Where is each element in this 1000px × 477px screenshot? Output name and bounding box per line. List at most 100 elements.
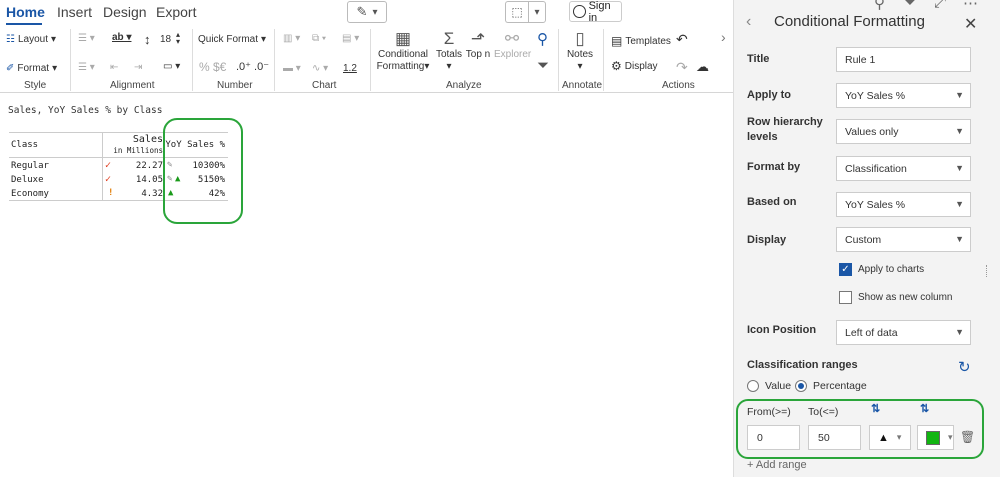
cell-class: Deluxe [11, 175, 44, 185]
redo-icon[interactable]: ↷ [676, 59, 688, 76]
number-format-button[interactable]: 1.2 [343, 63, 357, 74]
display-dropdown[interactable]: Custom ▼ [836, 227, 971, 252]
layout-button[interactable]: ☷ Layout ▾ [6, 34, 56, 45]
title-label: Title [747, 53, 770, 65]
conditional-formatting-button[interactable]: ▦ Conditional Formatting▾ [376, 29, 430, 73]
templates-button[interactable]: ▤ Templates [611, 34, 671, 48]
text-wrap-icon[interactable]: ab ▾ [112, 32, 131, 43]
menu-bar: Home Insert Design Export ✎ ▾ ⬚ ▾ Sign i… [0, 0, 733, 26]
user-icon [573, 5, 586, 18]
panel-scrollbar[interactable] [986, 265, 988, 277]
tab-export[interactable]: Export [156, 4, 196, 20]
group-analyze-label: Analyze [446, 80, 482, 91]
indent-icon[interactable]: ⇥ [134, 62, 142, 73]
signin-label: Sign in [588, 0, 611, 24]
back-icon[interactable]: ‹ [746, 13, 751, 31]
templates-label: Templates [625, 35, 671, 47]
layout-label: Layout [17, 34, 48, 45]
search-icon[interactable]: ⚲ [537, 30, 548, 48]
chevron-down-icon: ▾ [446, 61, 452, 72]
hierarchy-icon: ⚯ [504, 29, 520, 48]
check-icon: ✓ [105, 160, 112, 171]
align-center-icon[interactable]: ☰ ▾ [78, 62, 95, 73]
combo-chart-icon[interactable]: ⧉ ▾ [312, 33, 326, 44]
show-new-column-checkbox[interactable] [839, 291, 852, 304]
warning-icon: ! [108, 188, 114, 198]
notes-label: Notes [566, 49, 594, 60]
format-by-label: Format by [747, 161, 801, 173]
apply-to-dropdown[interactable]: YoY Sales % ▼ [836, 83, 971, 108]
filter-icon[interactable]: ⏷ [537, 57, 549, 74]
based-on-dropdown[interactable]: YoY Sales % ▼ [836, 192, 971, 217]
chevron-down-icon: ▾ [534, 6, 540, 18]
header-class[interactable]: Class [11, 140, 38, 150]
percentage-radio-label: Percentage [813, 380, 867, 392]
notes-button[interactable]: ▯ Notes ▾ [564, 29, 596, 73]
totals-button[interactable]: Σ Totals ▾ [435, 29, 463, 73]
line-chart-icon[interactable]: ∿ ▾ [312, 63, 328, 74]
add-range-link[interactable]: + Add range [747, 459, 807, 471]
edit-mode-button[interactable]: ✎ ▾ [347, 1, 387, 23]
chevron-down-icon: ▾ [261, 34, 267, 45]
comment-dropdown[interactable]: ▾ [528, 1, 546, 23]
group-number-label: Number [217, 80, 253, 91]
display-label: Display [624, 60, 658, 72]
font-size-value[interactable]: 18 [160, 34, 171, 45]
header-sales-sub: in Millions [113, 146, 163, 155]
quick-format-dropdown[interactable]: Quick Format ▾ [198, 34, 266, 45]
row-height-icon[interactable]: ↕ [144, 32, 151, 47]
chevron-down-icon: ▼ [955, 234, 964, 244]
gear-icon: ⚙ [611, 59, 622, 73]
tab-design[interactable]: Design [103, 4, 147, 20]
panel-title: Conditional Formatting [774, 13, 925, 30]
font-size-stepper[interactable]: ▴ ▾ [176, 31, 180, 46]
quick-format-label: Quick Format [198, 34, 259, 45]
chevron-down-icon: ▾ [52, 63, 58, 74]
tab-insert[interactable]: Insert [57, 4, 92, 20]
currency-format-button[interactable]: % $€ [199, 60, 226, 74]
cell-class: Economy [11, 189, 49, 199]
tab-home[interactable]: Home [6, 4, 45, 20]
align-left-icon[interactable]: ☰ ▾ [78, 33, 95, 44]
outdent-icon[interactable]: ⇤ [110, 62, 118, 73]
icon-position-dropdown[interactable]: Left of data ▼ [836, 320, 971, 345]
format-by-dropdown[interactable]: Classification ▼ [836, 156, 971, 181]
chevron-down-icon: ▼ [955, 163, 964, 173]
chevron-down-icon: ▼ [955, 90, 964, 100]
comment-button[interactable]: ⬚ [505, 1, 528, 23]
header-sales[interactable]: Sales [105, 134, 163, 145]
icon-position-value: Left of data [845, 326, 898, 339]
topn-button[interactable]: ⬏ Top n [465, 29, 491, 61]
value-radio[interactable] [747, 380, 759, 392]
signin-button[interactable]: Sign in [569, 0, 622, 24]
format-button[interactable]: ✐ Format ▾ [6, 63, 57, 74]
divider [603, 29, 604, 91]
group-chart-label: Chart [312, 80, 337, 91]
group-alignment-label: Alignment [110, 80, 155, 91]
table-chart-icon[interactable]: ▬ ▾ [283, 63, 301, 74]
borders-icon[interactable]: ▭ ▾ [163, 61, 180, 72]
title-input[interactable]: Rule 1 [836, 47, 971, 72]
undo-icon[interactable]: ↶ [676, 31, 688, 48]
row-hierarchy-dropdown[interactable]: Values only ▼ [836, 119, 971, 144]
explorer-button[interactable]: ⚯ Explorer [494, 29, 531, 61]
group-annotate-label: Annotate [562, 80, 603, 91]
chevron-down-icon: ▼ [955, 126, 964, 136]
formatting-label: Formatting [376, 61, 425, 72]
close-icon[interactable]: ✕ [964, 14, 977, 34]
ribbon-scroll-right-icon[interactable]: › [721, 29, 726, 45]
highlight-circle [163, 118, 243, 224]
apply-to-value: YoY Sales % [845, 89, 906, 102]
group-style-label: Style [24, 80, 47, 91]
display-button[interactable]: ⚙ Display [611, 59, 658, 73]
title-input-value: Rule 1 [845, 53, 876, 66]
reset-icon[interactable]: ↻ [958, 358, 971, 376]
cloud-upload-icon[interactable]: ☁ [696, 59, 709, 75]
display-value: Custom [845, 233, 882, 246]
decimal-buttons[interactable]: .0⁺ .0⁻ [236, 60, 269, 73]
percentage-radio[interactable] [795, 380, 807, 392]
apply-to-charts-checkbox[interactable]: ✓ [839, 263, 852, 276]
bar-chart-icon[interactable]: ▥ ▾ [283, 33, 300, 44]
cell-class: Regular [11, 161, 49, 171]
chart-settings-icon[interactable]: ▤ ▾ [342, 33, 359, 44]
